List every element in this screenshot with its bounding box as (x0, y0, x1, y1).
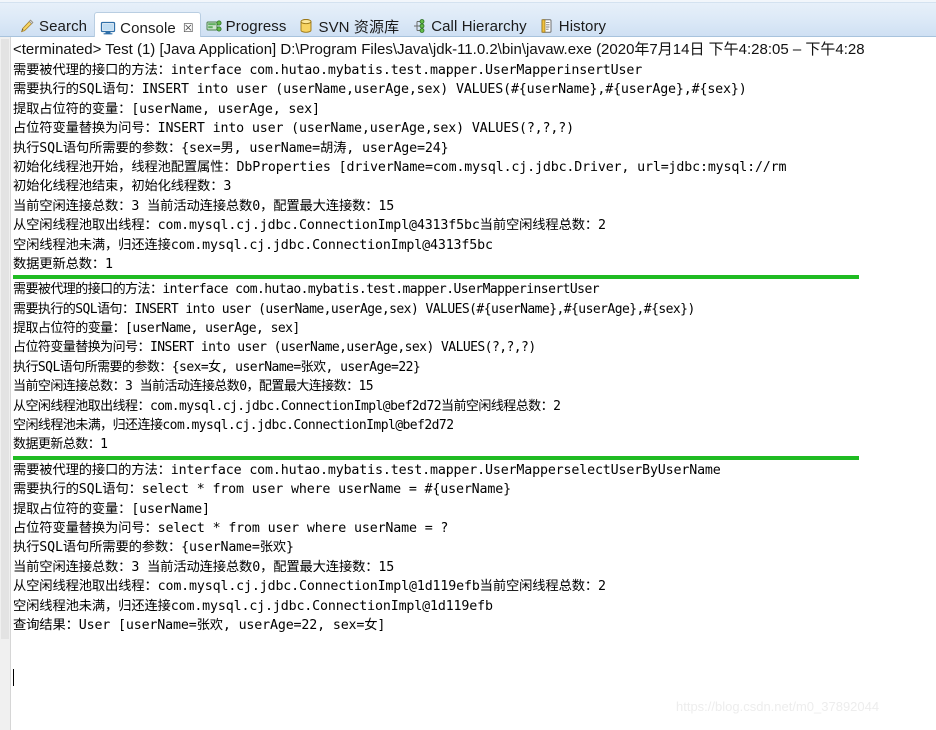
log-line: 从空闲线程池取出线程：com.mysql.cj.jdbc.ConnectionI… (13, 579, 606, 595)
log-line: 执行SQL语句所需要的参数：{sex=男, userName=胡涛, userA… (13, 140, 449, 156)
log-line: 当前空闲连接总数：3 当前活动连接总数0，配置最大连接数：15 (13, 198, 395, 214)
log-line: 需要被代理的接口的方法：interface com.hutao.mybatis.… (13, 282, 600, 298)
log-line: 当前空闲连接总数：3 当前活动连接总数0，配置最大连接数：15 (13, 559, 395, 575)
log-line: 数据更新总数：1 (13, 437, 108, 453)
watermark-text: https://blog.csdn.net/m0_37892044 (676, 699, 880, 714)
log-line: 占位符变量替换为问号：INSERT into user (userName,us… (13, 121, 574, 137)
log-line: 提取占位符的变量：[userName] (13, 501, 210, 517)
log-line: 初始化线程池结束，初始化线程数：3 (13, 179, 232, 195)
console-output-log[interactable]: 需要被代理的接口的方法：interface com.hutao.mybatis.… (13, 61, 936, 730)
tab-label: Call Hierarchy (431, 17, 527, 35)
view-tab-bar: Search Console ☒ Progress SVN 资源库 Call Hierar… (0, 0, 936, 43)
tab-list: Search Console ☒ Progress SVN 资源库 Call Hierar… (14, 4, 613, 43)
console-view: <terminated> Test (1) [Java Application]… (0, 37, 936, 730)
tab-svn[interactable]: SVN 资源库 (293, 12, 406, 40)
log-separator-bar (13, 455, 859, 460)
log-line: 占位符变量替换为问号：select * from user where user… (13, 520, 449, 536)
tab-label: Search (39, 17, 88, 35)
log-line: 空闲线程池未满，归还连接com.mysql.cj.jdbc.Connection… (13, 598, 493, 614)
log-separator-bar (13, 275, 859, 280)
log-line: 占位符变量替换为问号：INSERT into user (userName,us… (13, 340, 536, 356)
tab-history[interactable]: History (534, 12, 613, 40)
tab-label: Console (120, 19, 176, 37)
log-line: 提取占位符的变量：[userName, userAge, sex] (13, 321, 300, 337)
log-line: 需要执行的SQL语句：INSERT into user (userName,us… (13, 301, 695, 317)
search-pencil-icon (19, 18, 35, 34)
svn-repository-icon (298, 18, 314, 34)
log-line: 提取占位符的变量：[userName, userAge, sex] (13, 101, 320, 117)
log-line: 执行SQL语句所需要的参数：{userName=张欢} (13, 540, 294, 556)
log-line: 初始化线程池开始，线程池配置属性：DbProperties [driverNam… (13, 159, 787, 175)
log-line: 当前空闲连接总数：3 当前活动连接总数0，配置最大连接数：15 (13, 379, 374, 395)
call-hierarchy-icon (411, 18, 427, 34)
log-line: 从空闲线程池取出线程：com.mysql.cj.jdbc.ConnectionI… (13, 218, 606, 234)
log-line: 需要执行的SQL语句：select * from user where user… (13, 482, 511, 498)
tab-call-hierarchy[interactable]: Call Hierarchy (406, 12, 534, 40)
tab-bar-top-divider (0, 0, 936, 3)
log-line: 需要被代理的接口的方法：interface com.hutao.mybatis.… (13, 462, 721, 478)
log-line: 执行SQL语句所需要的参数：{sex=女, userName=张欢, userA… (13, 359, 421, 375)
tab-progress[interactable]: Progress (201, 12, 294, 40)
console-process-header: <terminated> Test (1) [Java Application]… (13, 41, 865, 58)
tab-label: History (558, 17, 607, 35)
log-line: 需要执行的SQL语句：INSERT into user (userName,us… (13, 82, 747, 98)
log-line: 需要被代理的接口的方法：interface com.hutao.mybatis.… (13, 63, 643, 78)
console-left-scrollbar[interactable] (0, 37, 11, 730)
tab-label: Progress (225, 17, 287, 35)
log-line: 空闲线程池未满，归还连接com.mysql.cj.jdbc.Connection… (13, 418, 454, 434)
log-line: 空闲线程池未满，归还连接com.mysql.cj.jdbc.Connection… (13, 237, 493, 253)
close-icon[interactable]: ☒ (183, 22, 194, 34)
log-line: 查询结果：User [userName=张欢, userAge=22, sex=… (13, 617, 386, 633)
history-icon (539, 18, 555, 34)
tab-label: SVN 资源库 (318, 18, 400, 36)
console-monitor-icon (100, 20, 116, 36)
progress-icon (206, 18, 222, 34)
log-line: 从空闲线程池取出线程：com.mysql.cj.jdbc.ConnectionI… (13, 398, 561, 414)
text-caret (13, 669, 14, 686)
log-line: 数据更新总数：1 (13, 256, 113, 272)
console-left-scrollbar-thumb[interactable] (1, 39, 9, 639)
tab-search[interactable]: Search (14, 12, 94, 40)
